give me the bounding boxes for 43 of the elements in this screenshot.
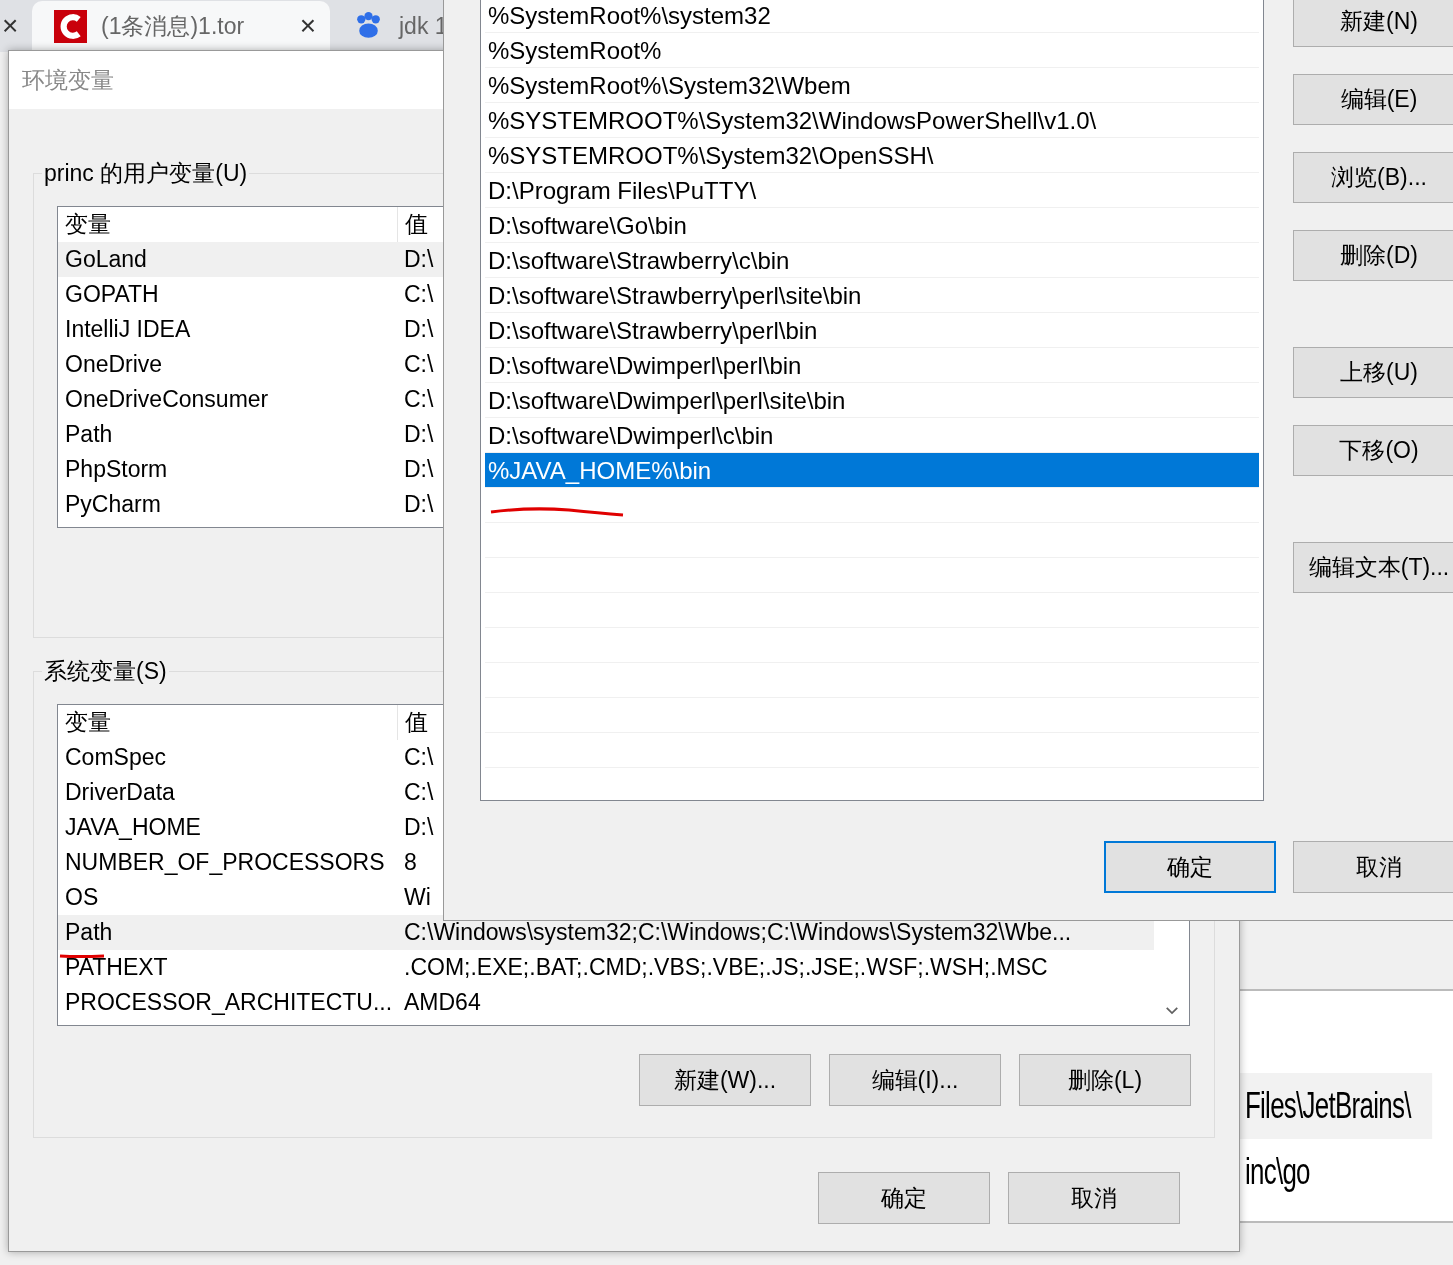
group-label: 系统变量(S) bbox=[42, 656, 169, 686]
list-item[interactable]: %SystemRoot%\System32\Wbem bbox=[485, 68, 1259, 103]
dialog-button[interactable]: 删除(L) bbox=[1019, 1054, 1191, 1106]
column-header[interactable]: 值 bbox=[398, 705, 428, 740]
logo-icon bbox=[54, 9, 87, 43]
dialog-button[interactable]: 新建(N) bbox=[1293, 0, 1453, 47]
dialog-button[interactable]: 下移(O) bbox=[1293, 425, 1453, 476]
list-item[interactable]: %JAVA_HOME%\bin bbox=[485, 453, 1259, 488]
dialog-button[interactable]: 编辑(E) bbox=[1293, 74, 1453, 125]
list-item[interactable]: D:\Program Files\PuTTY\ bbox=[485, 173, 1259, 208]
list-item[interactable]: D:\software\Dwimperl\perl\site\bin bbox=[485, 383, 1259, 418]
list-item[interactable]: D:\software\Go\bin bbox=[485, 208, 1259, 243]
dialog-button[interactable]: 浏览(B)... bbox=[1293, 152, 1453, 203]
close-icon[interactable]: × bbox=[2, 10, 19, 42]
table-row[interactable]: PATHEXT .COM;.EXE;.BAT;.CMD;.VBS;.VBE;.JS;.JSE;.WSF;.WSH;.MSC bbox=[58, 950, 1154, 985]
list-item[interactable]: D:\software\Strawberry\c\bin bbox=[485, 243, 1259, 278]
dialog-button[interactable]: 确定 bbox=[1104, 841, 1276, 893]
list-item[interactable]: %SYSTEMROOT%\System32\OpenSSH\ bbox=[485, 138, 1259, 173]
list-item[interactable]: D:\software\Strawberry\perl\bin bbox=[485, 313, 1259, 348]
dialog-button[interactable]: 编辑(I)... bbox=[829, 1054, 1001, 1106]
dialog-button[interactable]: 删除(D) bbox=[1293, 230, 1453, 281]
close-icon[interactable]: × bbox=[299, 10, 316, 42]
browser-tab[interactable]: × bbox=[2, 1, 32, 51]
column-header[interactable]: 值 bbox=[398, 207, 428, 242]
underline-mark bbox=[59, 953, 105, 959]
dialog-button[interactable]: 编辑文本(T)... bbox=[1293, 542, 1453, 593]
dialog-button[interactable]: 确定 bbox=[818, 1172, 990, 1224]
list-row-text: inc\go bbox=[1243, 1150, 1311, 1194]
table-row[interactable]: PROCESSOR_ARCHITECTU... AMD64 bbox=[58, 985, 1154, 1020]
group-label: princ 的用户变量(U) bbox=[42, 158, 250, 188]
browser-tab[interactable]: (1条消息)1.tor × bbox=[32, 1, 330, 51]
list-item[interactable]: D:\software\Dwimperl\perl\bin bbox=[485, 348, 1259, 383]
dialog-button[interactable]: 新建(W)... bbox=[639, 1054, 811, 1106]
list-item[interactable]: %SYSTEMROOT%\System32\WindowsPowerShell\v1.0\ bbox=[485, 103, 1259, 138]
tab-title: (1条消息)1.tor bbox=[101, 11, 246, 41]
column-header[interactable]: 变量 bbox=[65, 705, 398, 740]
chevron-down-icon[interactable] bbox=[1164, 1006, 1179, 1015]
list-item[interactable]: %SystemRoot% bbox=[485, 33, 1259, 68]
list-item[interactable]: %SystemRoot%\system32 bbox=[485, 0, 1259, 33]
list-item[interactable]: D:\software\Strawberry\perl\site\bin bbox=[485, 278, 1259, 313]
dialog-button[interactable]: 取消 bbox=[1293, 841, 1453, 893]
dialog-button[interactable]: 取消 bbox=[1008, 1172, 1180, 1224]
dialog-button[interactable]: 上移(U) bbox=[1293, 347, 1453, 398]
